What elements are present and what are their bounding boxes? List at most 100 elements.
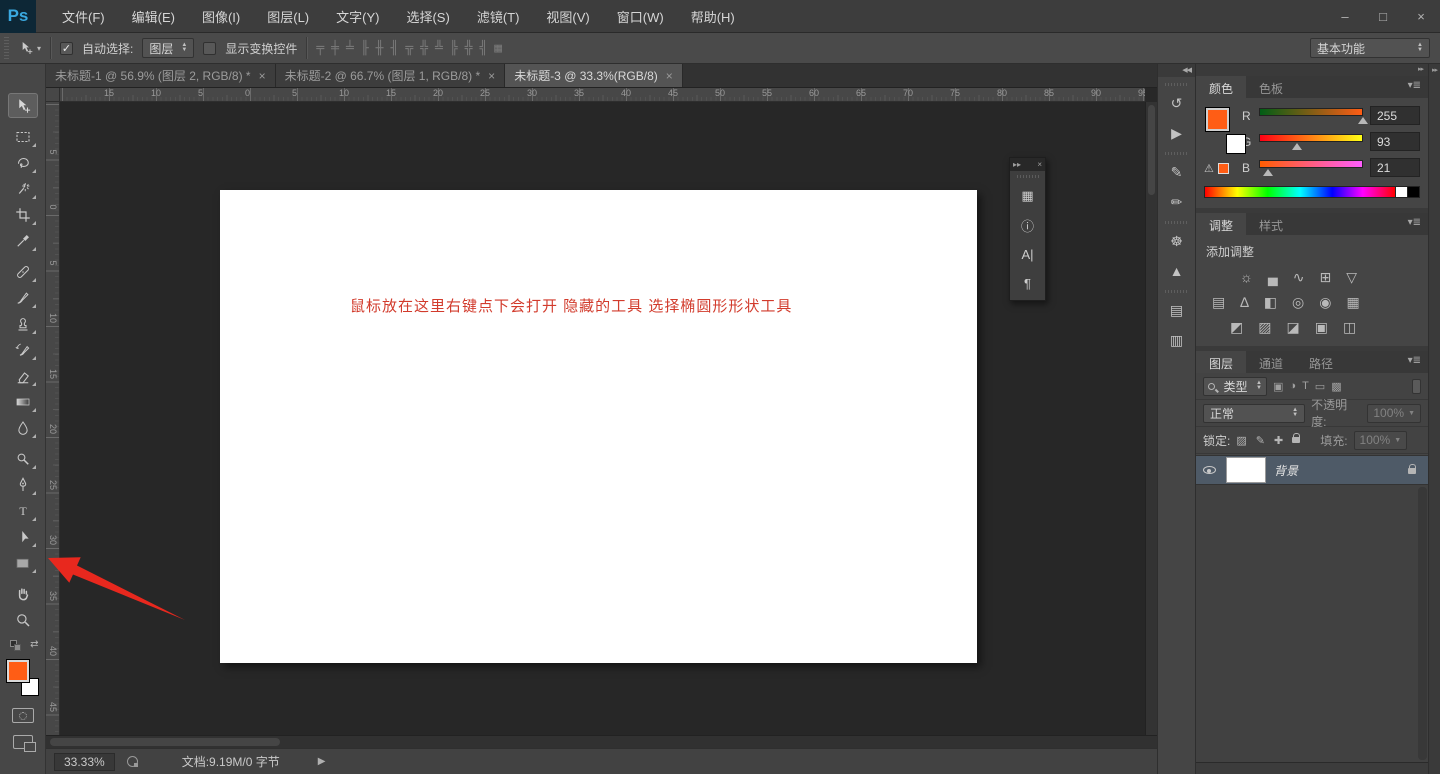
black-white-icon[interactable]: ◧ (1264, 295, 1277, 309)
hue-saturation-icon[interactable]: ▤ (1212, 295, 1225, 309)
align-h-centers-icon[interactable]: ╫ (376, 41, 384, 56)
paragraph-panel-icon[interactable]: ¶ (1015, 272, 1041, 294)
panel-menu-icon[interactable]: ▾≣ (1408, 351, 1428, 373)
quick-selection-tool[interactable] (8, 176, 38, 201)
auto-align-layers-icon[interactable]: ▦ (494, 41, 502, 56)
history-brush-tool[interactable] (8, 337, 38, 362)
gradient-tool[interactable] (8, 389, 38, 414)
tab-close-icon[interactable]: × (666, 69, 673, 83)
green-value-field[interactable]: 93 (1370, 132, 1420, 151)
red-slider-thumb[interactable] (1358, 117, 1368, 124)
levels-icon[interactable]: ▄ (1268, 270, 1278, 284)
rectangle-shape-tool[interactable] (8, 550, 38, 575)
quick-mask-button[interactable] (11, 708, 34, 723)
brush-presets-panel-icon[interactable]: ✏ (1162, 189, 1192, 215)
lock-position-icon[interactable]: ✚ (1274, 434, 1283, 447)
align-left-edges-icon[interactable]: ╟ (361, 41, 369, 56)
dodge-tool[interactable] (8, 446, 38, 471)
character-panel-icon[interactable]: A| (1015, 243, 1041, 265)
clone-stamp-tool[interactable] (8, 311, 38, 336)
layer-row-background[interactable]: 背景 (1196, 455, 1428, 485)
close-button[interactable]: × (1402, 9, 1440, 24)
channel-mixer-icon[interactable]: ◉ (1319, 295, 1331, 309)
blue-slider-thumb[interactable] (1262, 169, 1273, 176)
distribute-v-centers-icon[interactable]: ╬ (420, 41, 428, 56)
expand-dock-button[interactable]: ◀◀ (1158, 64, 1195, 77)
menu-item[interactable]: 编辑(E) (132, 7, 175, 26)
filter-pixel-layers-icon[interactable]: ▣ (1273, 380, 1283, 393)
red-slider[interactable] (1259, 108, 1363, 116)
histogram-panel-icon[interactable]: ▲ (1162, 258, 1192, 284)
crop-tool[interactable] (8, 202, 38, 227)
notes-panel-icon[interactable]: ▤ (1162, 297, 1192, 323)
menu-item[interactable]: 窗口(W) (617, 7, 664, 26)
gamut-color-swatch[interactable] (1217, 163, 1229, 174)
eyedropper-tool[interactable] (8, 228, 38, 253)
navigator-panel-icon[interactable]: ☸ (1162, 228, 1192, 254)
menu-item[interactable]: 视图(V) (546, 7, 589, 26)
document-tab[interactable]: 未标题-1 @ 56.9% (图层 2, RGB/8) * × (46, 64, 276, 87)
vertical-ruler[interactable]: 10505101520253035404550 (46, 102, 60, 735)
filter-shape-layers-icon[interactable]: ▭ (1315, 380, 1325, 393)
layer-comps-panel-icon[interactable]: ▥ (1162, 327, 1192, 353)
type-tool[interactable]: T (8, 498, 38, 523)
filter-adjustment-layers-icon[interactable]: ◑ (1289, 380, 1296, 392)
status-expand-arrow[interactable]: ▶ (318, 756, 326, 767)
align-right-edges-icon[interactable]: ╢ (390, 41, 398, 56)
align-top-edges-icon[interactable]: ╤ (316, 41, 324, 56)
posterize-icon[interactable]: ▨ (1258, 320, 1271, 334)
layers-list-empty[interactable] (1196, 485, 1428, 762)
minimize-button[interactable]: – (1326, 9, 1364, 24)
gradient-map-icon[interactable]: ▣ (1315, 320, 1328, 334)
photo-filter-icon[interactable]: ◎ (1292, 295, 1304, 309)
document-tab[interactable]: 未标题-2 @ 66.7% (图层 1, RGB/8) * × (275, 64, 506, 87)
filter-smart-objects-icon[interactable]: ▩ (1331, 380, 1341, 393)
menu-item[interactable]: 图层(L) (267, 7, 309, 26)
invert-icon[interactable]: ◩ (1230, 320, 1243, 334)
curves-icon[interactable]: ∿ (1293, 270, 1305, 284)
canvas-viewport[interactable]: 鼠标放在这里右键点下会打开 隐藏的工具 选择椭圆形形状工具 ▸▸ × ▦ ⓘ A… (60, 102, 1157, 735)
marquee-tool[interactable] (8, 124, 38, 149)
layer-visibility-eye-icon[interactable] (1202, 466, 1216, 474)
auto-select-target-dropdown[interactable]: 图层 ▲ ▼ (142, 38, 195, 58)
blend-mode-dropdown[interactable]: 正常 ▲ ▼ (1203, 403, 1306, 423)
foreground-color-swatch[interactable] (1206, 108, 1229, 131)
menu-item[interactable]: 文件(F) (62, 7, 105, 26)
panel-menu-icon[interactable]: ▾≣ (1408, 76, 1428, 98)
vertical-scrollbar[interactable] (1145, 102, 1157, 735)
zoom-level-field[interactable]: 33.33% (54, 752, 115, 771)
lock-transparent-pixels-icon[interactable]: ▨ (1236, 434, 1246, 447)
menu-item[interactable]: 滤镜(T) (477, 7, 520, 26)
lock-all-icon[interactable] (1292, 433, 1301, 443)
panel-grip[interactable] (1016, 175, 1039, 178)
filter-type-layers-icon[interactable]: T (1302, 380, 1309, 392)
maximize-button[interactable]: □ (1364, 9, 1402, 24)
healing-brush-tool[interactable] (8, 259, 38, 284)
clone-source-panel-icon[interactable]: ▦ (1015, 185, 1041, 207)
selective-color-icon[interactable]: ◫ (1343, 320, 1356, 334)
color-lookup-icon[interactable]: ▦ (1346, 295, 1359, 309)
close-panel-icon[interactable]: × (1037, 160, 1042, 169)
scroll-thumb[interactable] (1148, 105, 1155, 195)
tab-swatches[interactable]: 色板 (1246, 76, 1296, 98)
blur-tool[interactable] (8, 415, 38, 440)
blue-value-field[interactable]: 21 (1370, 158, 1420, 177)
align-v-centers-icon[interactable]: ╪ (331, 41, 339, 56)
red-value-field[interactable]: 255 (1370, 106, 1420, 125)
default-swap-colors[interactable]: ⇄ (7, 639, 39, 654)
show-transform-checkbox[interactable] (203, 41, 217, 55)
tab-adjustments[interactable]: 调整 (1196, 213, 1247, 235)
color-spectrum-ramp[interactable] (1204, 186, 1396, 198)
tab-paths[interactable]: 路径 (1296, 351, 1346, 373)
path-selection-tool[interactable] (8, 524, 38, 549)
blue-slider[interactable] (1259, 160, 1363, 168)
fill-dropdown[interactable]: 100% ▼ (1353, 430, 1408, 450)
white-swatch[interactable] (1396, 186, 1408, 198)
pen-tool[interactable] (8, 472, 38, 497)
scroll-thumb[interactable] (1418, 487, 1427, 760)
distribute-top-edges-icon[interactable]: ╦ (405, 41, 413, 56)
canvas[interactable]: 鼠标放在这里右键点下会打开 隐藏的工具 选择椭圆形形状工具 (220, 190, 977, 663)
expand-panels-icon[interactable]: ▸▸ (1432, 67, 1438, 74)
distribute-left-edges-icon[interactable]: ╠ (450, 41, 458, 56)
align-bottom-edges-icon[interactable]: ╧ (346, 41, 354, 56)
